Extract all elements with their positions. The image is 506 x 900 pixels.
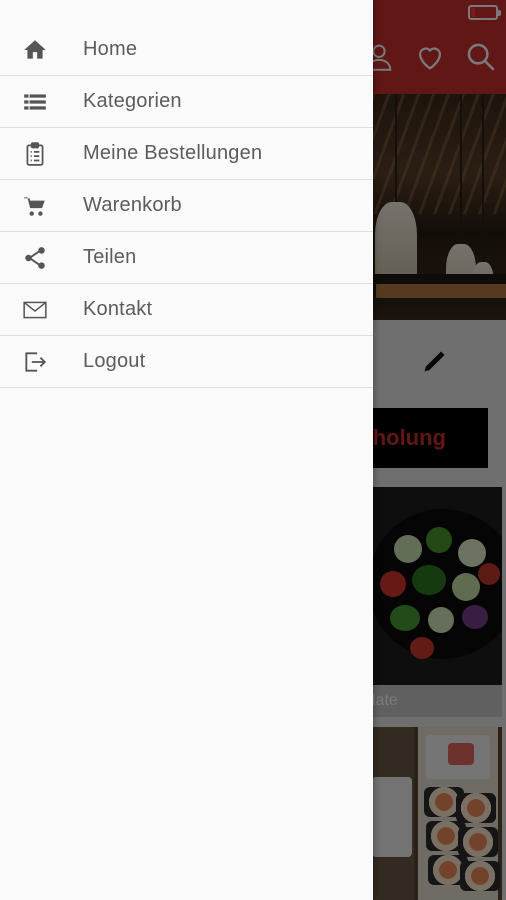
menu-item-home[interactable]: Home [0, 24, 373, 76]
list-icon [22, 89, 48, 115]
home-icon [22, 37, 48, 63]
navigation-drawer: Home Kategorien Meine Bestellungen Waren… [0, 0, 373, 900]
menu-item-label: Warenkorb [83, 194, 182, 216]
menu-item-label: Home [83, 38, 138, 60]
clipboard-icon [22, 141, 48, 167]
menu-item-label: Meine Bestellungen [83, 142, 263, 164]
menu-item-bestellungen[interactable]: Meine Bestellungen [0, 128, 373, 180]
menu-item-kontakt[interactable]: Kontakt [0, 284, 373, 336]
cart-icon [22, 193, 48, 219]
drawer-menu: Home Kategorien Meine Bestellungen Waren… [0, 24, 373, 388]
menu-item-teilen[interactable]: Teilen [0, 232, 373, 284]
menu-item-label: Teilen [83, 246, 137, 268]
mail-icon [22, 297, 48, 323]
menu-item-label: Kontakt [83, 298, 153, 320]
menu-item-warenkorb[interactable]: Warenkorb [0, 180, 373, 232]
menu-item-logout[interactable]: Logout [0, 336, 373, 388]
menu-item-label: Logout [83, 350, 146, 372]
share-icon [22, 245, 48, 271]
logout-icon [22, 349, 48, 375]
menu-item-label: Kategorien [83, 90, 182, 112]
menu-item-kategorien[interactable]: Kategorien [0, 76, 373, 128]
